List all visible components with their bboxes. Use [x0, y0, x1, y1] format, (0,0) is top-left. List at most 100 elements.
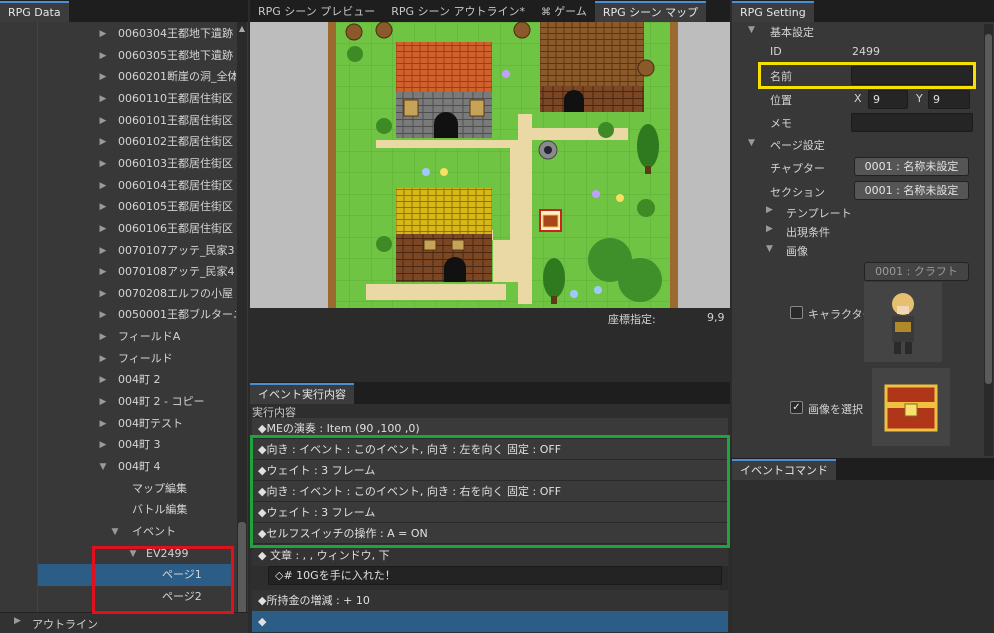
- tree-item[interactable]: ▶ 0060102王都居住街区: [0, 131, 236, 153]
- tree-item[interactable]: ▶ 0060201断崖の洞_全体: [0, 66, 236, 88]
- y-field[interactable]: 9: [928, 90, 970, 109]
- tree-item[interactable]: ▶ 004町テスト: [0, 413, 236, 435]
- event-command-row[interactable]: ◆ 文章 : , , ウィンドウ, 下: [252, 545, 728, 566]
- event-command-row[interactable]: ◆ウェイト : 3 フレーム: [252, 502, 728, 523]
- event-command-row[interactable]: ◇# 10Gを手に入れた！: [268, 566, 722, 585]
- tab-game-label: ゲーム: [554, 5, 587, 18]
- chevron-down-icon[interactable]: ▼: [748, 138, 755, 148]
- tree-item[interactable]: ▶ 0060104王都居住街区: [0, 175, 236, 197]
- tab-game[interactable]: ⌘ ゲーム: [533, 1, 595, 22]
- chapter-select[interactable]: 0001 : 名称未設定: [854, 157, 969, 176]
- chevron-right-icon[interactable]: ▶: [766, 224, 773, 234]
- chevron-right-icon[interactable]: ▶: [98, 283, 108, 305]
- basic-section-label[interactable]: 基本設定: [770, 24, 814, 40]
- tree-scrollbar[interactable]: ▲ ▼: [237, 22, 247, 630]
- tree-item[interactable]: ▶ 0060103王都居住街区: [0, 153, 236, 175]
- tree-item[interactable]: ▶ 0060106王都居住街区: [0, 218, 236, 240]
- outline-bar[interactable]: ▶ アウトライン: [0, 612, 248, 633]
- tree-item[interactable]: ▶ フィールド: [0, 348, 236, 370]
- chevron-down-icon[interactable]: ▼: [748, 25, 755, 35]
- tab-scene-map[interactable]: RPG シーン マップ: [594, 1, 707, 22]
- chevron-right-icon[interactable]: ▶: [98, 240, 108, 262]
- right-scrollbar[interactable]: [984, 24, 993, 456]
- chevron-right-icon[interactable]: ▶: [98, 175, 108, 197]
- tree-item[interactable]: ▶ 0060305王都地下遺跡: [0, 45, 236, 67]
- event-command-row[interactable]: ◆向き : イベント : このイベント, 向き : 左を向く 固定 : OFF: [252, 439, 728, 460]
- chevron-right-icon[interactable]: ▶: [98, 434, 108, 456]
- tree-item-label: マップ編集: [132, 481, 187, 495]
- tab-scene-preview[interactable]: RPG シーン プレビュー: [250, 1, 383, 22]
- tree-item[interactable]: ▶ 0070107アッテ_民家3: [0, 240, 236, 262]
- chevron-right-icon[interactable]: ▶: [98, 218, 108, 240]
- map-info-bar: 座標指定: 9,9: [250, 308, 730, 380]
- character-checkbox[interactable]: [790, 306, 803, 319]
- chevron-down-icon[interactable]: ▼: [110, 521, 120, 543]
- tree-item-label: 0060103王都居住街区: [118, 156, 233, 170]
- tree-item[interactable]: マップ編集: [0, 478, 236, 500]
- event-command-row[interactable]: ◆向き : イベント : このイベント, 向き : 右を向く 固定 : OFF: [252, 481, 728, 502]
- chevron-right-icon[interactable]: ▶: [98, 110, 108, 132]
- chevron-right-icon[interactable]: ▶: [98, 391, 108, 413]
- tab-event-command[interactable]: イベントコマンド: [732, 459, 836, 480]
- chest-image[interactable]: [872, 368, 950, 446]
- chevron-right-icon[interactable]: ▶: [98, 153, 108, 175]
- page-section-label[interactable]: ページ設定: [770, 137, 825, 153]
- x-field[interactable]: 9: [868, 90, 908, 109]
- chevron-down-icon[interactable]: ▼: [766, 244, 773, 254]
- chevron-right-icon[interactable]: ▶: [98, 131, 108, 153]
- event-tabbar: イベント実行内容: [250, 382, 730, 404]
- tree-item[interactable]: ▶ 0060110王都居住街区: [0, 88, 236, 110]
- event-command-row[interactable]: ◆ウェイト : 3 フレーム: [252, 460, 728, 481]
- memo-field[interactable]: [851, 113, 973, 132]
- tree-item[interactable]: ▶ 0050001王都ブルターニュ: [0, 304, 236, 326]
- tree-item[interactable]: ▶ 004町 2: [0, 369, 236, 391]
- tree-item[interactable]: ▶ フィールドA: [0, 326, 236, 348]
- tab-event-execution[interactable]: イベント実行内容: [250, 383, 354, 404]
- chevron-right-icon[interactable]: ▶: [98, 66, 108, 88]
- chevron-right-icon[interactable]: ▶: [98, 348, 108, 370]
- red-highlight-box: [92, 546, 234, 614]
- tree-item[interactable]: ▶ 004町 3: [0, 434, 236, 456]
- tree-item[interactable]: ▶ 0070208エルフの小屋: [0, 283, 236, 305]
- condition-label[interactable]: 出現条件: [786, 224, 830, 240]
- image-label[interactable]: 画像: [786, 243, 808, 259]
- template-label[interactable]: テンプレート: [786, 205, 852, 221]
- tree-item[interactable]: ▶ 0060101王都居住街区: [0, 110, 236, 132]
- tree-item[interactable]: ▶ 0060105王都居住街区: [0, 196, 236, 218]
- chevron-right-icon[interactable]: ▶: [98, 196, 108, 218]
- tree-item-label: 0060304王都地下遺跡: [118, 27, 233, 40]
- tree-scroll-thumb[interactable]: [238, 522, 246, 618]
- character-image[interactable]: [864, 282, 942, 362]
- tree-item[interactable]: ▶ 0060304王都地下遺跡: [0, 23, 236, 45]
- section-select[interactable]: 0001 : 名称未設定: [854, 181, 969, 200]
- chevron-right-icon[interactable]: ▶: [98, 369, 108, 391]
- tab-scene-outline[interactable]: RPG シーン アウトライン*: [383, 1, 533, 22]
- tab-rpg-setting[interactable]: RPG Setting: [732, 1, 814, 22]
- event-command-row[interactable]: ◆セルフスイッチの操作 : A = ON: [252, 523, 728, 544]
- chevron-right-icon[interactable]: ▶: [98, 45, 108, 67]
- event-command-row[interactable]: ◆: [252, 611, 728, 632]
- tree-item[interactable]: ▼ 004町 4: [0, 456, 236, 478]
- gamepad-icon: ⌘: [541, 7, 555, 18]
- chevron-right-icon[interactable]: ▶: [98, 413, 108, 435]
- chevron-right-icon[interactable]: ▶: [766, 205, 773, 215]
- tree-item[interactable]: ▶ 0070108アッテ_民家4: [0, 261, 236, 283]
- tree-item[interactable]: バトル編集: [0, 499, 236, 521]
- chevron-right-icon[interactable]: ▶: [98, 326, 108, 348]
- right-scroll-thumb[interactable]: [985, 34, 992, 384]
- chevron-right-icon[interactable]: ▶: [98, 304, 108, 326]
- tab-rpg-data[interactable]: RPG Data: [0, 1, 69, 22]
- chevron-down-icon[interactable]: ▼: [98, 456, 108, 478]
- scroll-up-icon[interactable]: ▲: [238, 24, 246, 33]
- chevron-right-icon[interactable]: ▶: [98, 88, 108, 110]
- event-command-row[interactable]: ◆所持金の増減 : + 10: [252, 590, 728, 611]
- tree-item[interactable]: ▶ 004町 2 - コピー: [0, 391, 236, 413]
- chevron-right-icon[interactable]: ▶: [98, 23, 108, 45]
- tree-item[interactable]: ▼ イベント: [0, 521, 236, 543]
- event-command-row[interactable]: ◆MEの演奏 : Item (90 ,100 ,0): [252, 418, 728, 439]
- craft-button[interactable]: 0001 : クラフト: [864, 262, 969, 281]
- chevron-right-icon[interactable]: ▶: [98, 261, 108, 283]
- select-image-checkbox[interactable]: ✓: [790, 401, 803, 414]
- tree-item-label: イベント: [132, 524, 176, 538]
- tile-map-canvas[interactable]: [328, 22, 678, 308]
